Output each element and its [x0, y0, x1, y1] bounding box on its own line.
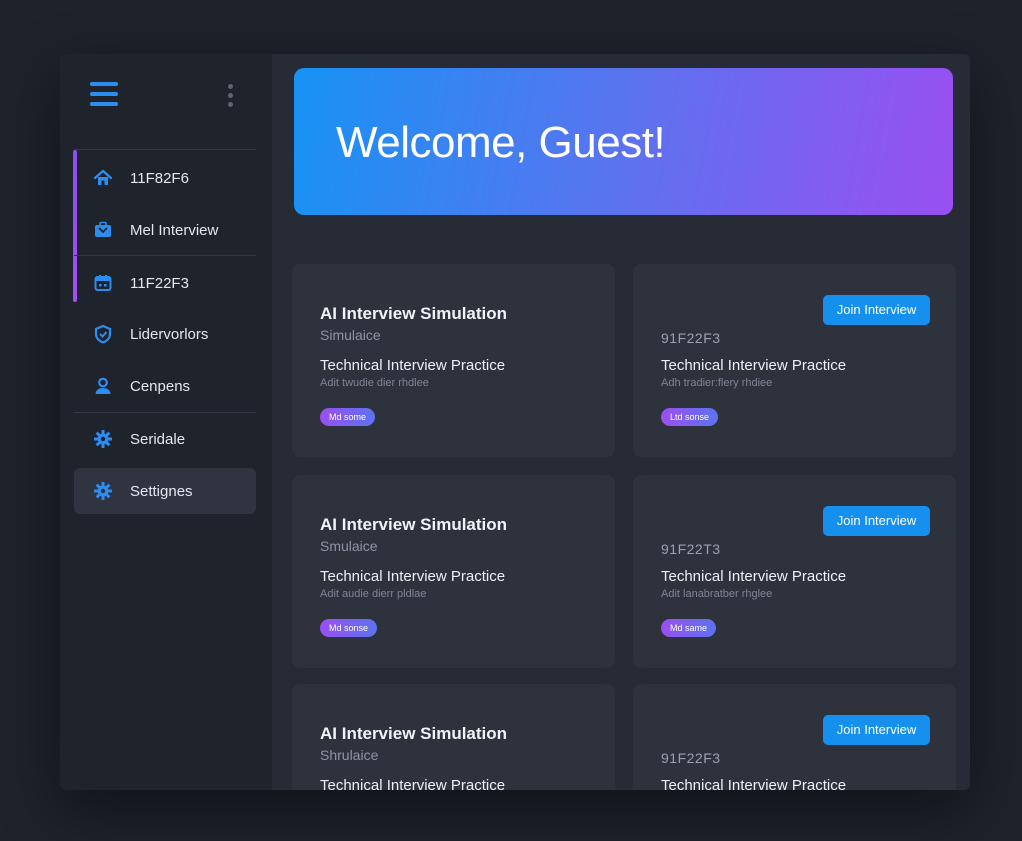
tag-badge: Md same: [661, 619, 717, 637]
shield-icon: [92, 323, 114, 345]
welcome-banner: Welcome, Guest!: [294, 68, 953, 215]
card-subtitle: Shrulaice: [320, 747, 379, 763]
divider: [74, 149, 256, 150]
sidebar: 11F82F6 Mel Interview 11F22F3 Lidervorlo…: [60, 54, 272, 790]
sidebar-item-label: Cenpens: [130, 377, 191, 395]
sidebar-item-shield[interactable]: Lidervorlors: [74, 311, 256, 357]
main-content: Welcome, Guest! AI Interview Simulation …: [272, 54, 970, 790]
join-interview-button[interactable]: Join Interview: [823, 506, 930, 536]
card-heading: Technical Interview Practice: [320, 777, 506, 790]
card-title: AI Interview Simulation: [320, 515, 508, 534]
sidebar-item-label: Mel Interview: [130, 221, 219, 239]
join-interview-button[interactable]: Join Interview: [823, 715, 930, 745]
card-title: AI Interview Simulation: [320, 304, 508, 323]
card-code: 91F22F3: [661, 750, 721, 766]
interview-card[interactable]: AI Interview Simulation Smulaice Technic…: [292, 475, 615, 668]
sidebar-item-interview[interactable]: Mel Interview: [74, 207, 256, 253]
tag-badge: Md sonse: [320, 619, 378, 637]
sidebar-item-seridale[interactable]: Seridale: [74, 416, 256, 462]
app-window: 11F82F6 Mel Interview 11F22F3 Lidervorlo…: [60, 54, 970, 790]
gear-icon: [92, 428, 114, 450]
card-code: 91F22T3: [661, 541, 721, 557]
sidebar-item-user[interactable]: Cenpens: [74, 363, 256, 409]
tag-badge: Md some: [320, 408, 376, 426]
card-subtitle: Simulaice: [320, 327, 381, 343]
card-description: Adh tradier:flery rhdiee: [661, 377, 773, 389]
sidebar-item-calendar[interactable]: 11F22F3: [74, 260, 256, 306]
card-subtitle: Smulaice: [320, 538, 378, 554]
sidebar-item-settings[interactable]: Settignes: [74, 468, 256, 514]
sidebar-item-label: Seridale: [130, 430, 186, 448]
divider: [74, 255, 256, 256]
user-icon: [92, 375, 114, 397]
card-description: Adit audie dierr pldlae: [320, 588, 427, 600]
join-interview-button[interactable]: Join Interview: [823, 295, 930, 325]
interview-card[interactable]: AI Interview Simulation Shrulaice Techni…: [292, 684, 615, 790]
tag-badge: Ltd sonse: [661, 408, 719, 426]
card-code: 91F22F3: [661, 330, 721, 346]
calendar-icon: [92, 272, 114, 294]
sidebar-item-label: 11F22F3: [130, 274, 189, 292]
more-options-icon[interactable]: [228, 84, 234, 108]
card-heading: Technical Interview Practice: [320, 357, 506, 374]
interview-card[interactable]: Join Interview 91F22T3 Technical Intervi…: [633, 475, 956, 668]
interview-card[interactable]: AI Interview Simulation Simulaice Techni…: [292, 264, 615, 457]
briefcase-icon: [92, 219, 114, 241]
page-title: Welcome, Guest!: [336, 118, 666, 167]
sidebar-item-label: 11F82F6: [130, 169, 189, 187]
sidebar-item-label: Lidervorlors: [130, 325, 209, 343]
card-heading: Technical Interview Practice: [320, 568, 506, 585]
interview-card[interactable]: Join Interview 91F22F3 Technical Intervi…: [633, 264, 956, 457]
card-heading: Technical Interview Practice: [661, 777, 847, 790]
gear-icon: [92, 480, 114, 502]
card-heading: Technical Interview Practice: [661, 357, 847, 374]
interview-card[interactable]: Join Interview 91F22F3 Technical Intervi…: [633, 684, 956, 790]
sidebar-item-home[interactable]: 11F82F6: [74, 155, 256, 201]
hamburger-menu-icon[interactable]: [90, 82, 118, 108]
card-description: Adit twudie dier rhdlee: [320, 377, 429, 389]
home-icon: [92, 167, 114, 189]
card-title: AI Interview Simulation: [320, 724, 508, 743]
card-description: Adit lanabratber rhglee: [661, 588, 773, 600]
card-heading: Technical Interview Practice: [661, 568, 847, 585]
divider: [74, 412, 256, 413]
sidebar-item-label: Settignes: [130, 482, 193, 500]
